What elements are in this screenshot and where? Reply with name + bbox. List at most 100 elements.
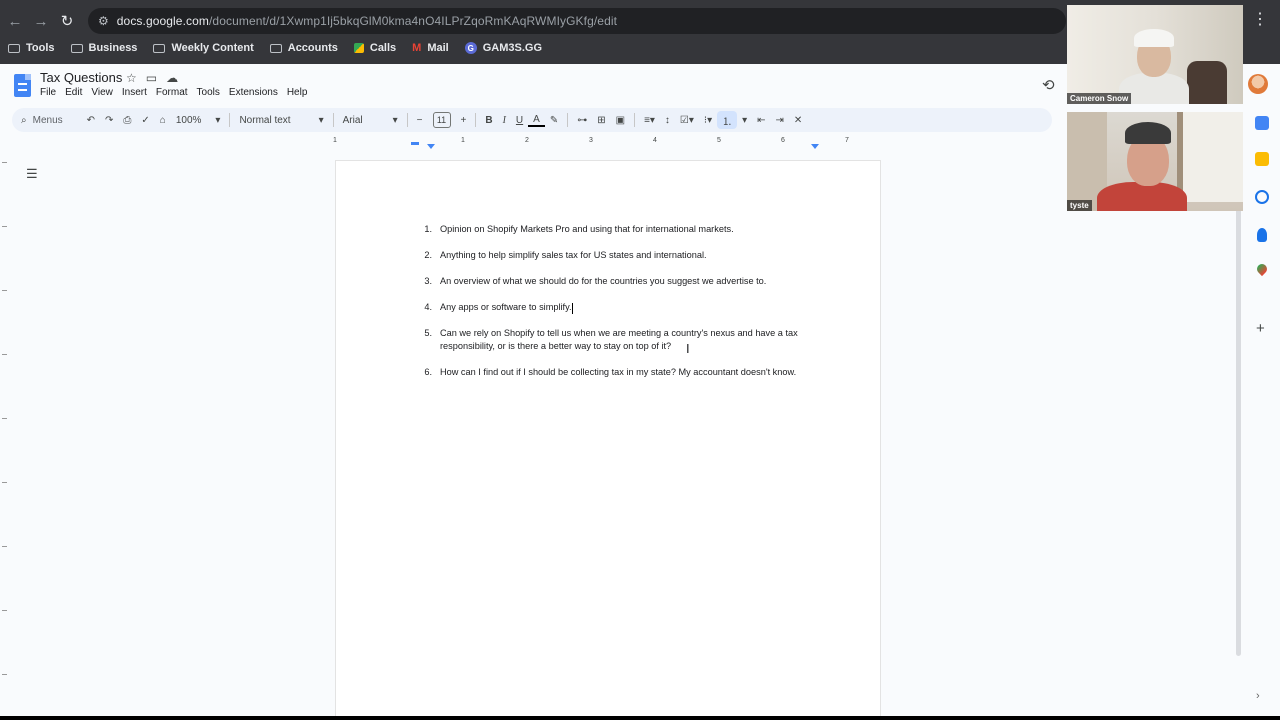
video-tile-tyste[interactable]: tyste [1067, 112, 1243, 211]
right-indent-marker[interactable] [811, 144, 819, 149]
menu-edit[interactable]: Edit [65, 87, 82, 98]
line-spacing-icon[interactable]: ↕ [660, 108, 675, 132]
print-icon[interactable]: ⎙ [118, 108, 136, 132]
divider [634, 113, 636, 127]
first-line-indent-marker[interactable] [411, 142, 419, 145]
increase-font-icon[interactable]: + [456, 108, 472, 132]
text-color-button[interactable]: A [528, 113, 545, 127]
version-history-icon[interactable]: ⟲ [1042, 76, 1055, 94]
font-size-field[interactable]: 11 [428, 108, 456, 132]
keep-icon[interactable] [1255, 152, 1269, 166]
folder-icon [70, 43, 83, 53]
participant-name: tyste [1067, 200, 1092, 211]
spellcheck-icon[interactable]: ✓ [136, 108, 154, 132]
move-folder-icon[interactable]: ▭ [146, 71, 157, 85]
cloud-status-icon[interactable]: ☁ [166, 71, 178, 85]
bookmark-mail[interactable]: M Mail [412, 42, 449, 54]
style-select[interactable]: Normal text ▾ [234, 108, 328, 132]
list-item[interactable]: 5. Can we rely on Shopify to tell us when… [416, 327, 826, 353]
bulleted-list-icon[interactable]: ⁝▾ [699, 108, 717, 132]
menu-tools[interactable]: Tools [197, 87, 220, 98]
back-arrow-icon[interactable]: ← [2, 8, 28, 34]
scrollbar[interactable] [1236, 206, 1241, 656]
increase-indent-icon[interactable]: ⇥ [771, 108, 789, 132]
document-page[interactable]: 1. Opinion on Shopify Markets Pro and usi… [336, 161, 880, 720]
folder-icon [269, 43, 282, 53]
bookmarks-bar: Tools Business Weekly Content Accounts C… [8, 38, 542, 58]
docs-logo-icon[interactable] [14, 74, 31, 97]
bookmark-business[interactable]: Business [70, 42, 137, 54]
doc-title[interactable]: Tax Questions [40, 70, 122, 85]
list-item[interactable]: 6. How can I find out if I should be coll… [416, 366, 826, 379]
highlight-icon[interactable]: ✎ [545, 108, 563, 132]
chevron-right-icon[interactable]: › [1256, 690, 1260, 702]
gam3s-icon: G [464, 42, 477, 54]
video-tile-cameron[interactable]: Cameron Snow [1067, 5, 1243, 104]
menu-insert[interactable]: Insert [122, 87, 147, 98]
underline-button[interactable]: U [511, 108, 528, 132]
divider [229, 113, 231, 127]
bookmark-gam3s[interactable]: G GAM3S.GG [464, 42, 542, 54]
paint-format-icon[interactable]: ⌂ [155, 108, 171, 132]
search-menus[interactable]: ⌕ Menus [12, 108, 82, 132]
folder-icon [8, 43, 20, 53]
address-bar[interactable]: ⚙ docs.google.com/document/d/1Xwmp1Ij5bk… [88, 8, 1066, 34]
list-item[interactable]: 2. Anything to help simplify sales tax fo… [416, 249, 826, 262]
calls-icon [353, 43, 364, 53]
bookmark-weekly-content[interactable]: Weekly Content [153, 42, 254, 54]
bookmark-calls[interactable]: Calls [353, 42, 396, 54]
bookmark-tools[interactable]: Tools [8, 42, 55, 54]
menu-bar: File Edit View Insert Format Tools Exten… [40, 87, 307, 98]
align-icon[interactable]: ≡▾ [639, 108, 660, 132]
calendar-icon[interactable] [1255, 116, 1269, 130]
site-info-icon[interactable]: ⚙ [98, 14, 109, 28]
reload-icon[interactable]: ↻ [54, 8, 80, 34]
italic-button[interactable]: I [498, 108, 511, 132]
search-icon: ⌕ [21, 114, 27, 126]
undo-icon[interactable]: ↶ [82, 108, 100, 132]
ibeam-cursor-icon: I [686, 341, 690, 356]
menu-file[interactable]: File [40, 87, 56, 98]
folder-icon [153, 43, 166, 53]
browser-menu-icon[interactable]: ⋮ [1252, 12, 1268, 28]
forward-arrow-icon[interactable]: → [28, 8, 54, 34]
chevron-down-icon: ▾ [392, 114, 398, 126]
list-item[interactable]: 1. Opinion on Shopify Markets Pro and usi… [416, 223, 826, 236]
maps-icon[interactable] [1254, 261, 1270, 277]
side-panel: + [1244, 64, 1280, 716]
bold-button[interactable]: B [480, 108, 497, 132]
title-icons: ☆ ▭ ☁ [126, 71, 178, 85]
decrease-indent-icon[interactable]: ⇤ [752, 108, 770, 132]
chevron-down-icon: ▾ [215, 114, 221, 126]
link-icon[interactable]: ⊶ [572, 108, 592, 132]
menu-format[interactable]: Format [156, 87, 188, 98]
menu-extensions[interactable]: Extensions [229, 87, 278, 98]
comment-icon[interactable]: ⊞ [592, 108, 610, 132]
checklist-icon[interactable]: ☑▾ [675, 108, 699, 132]
tasks-icon[interactable] [1255, 190, 1269, 204]
clear-formatting-icon[interactable]: ✕ [789, 108, 807, 132]
numbered-list-icon[interactable]: ⒈ [717, 111, 738, 129]
image-icon[interactable]: ▣ [611, 108, 630, 132]
participant-name: Cameron Snow [1067, 93, 1132, 104]
menu-help[interactable]: Help [287, 87, 308, 98]
avatar[interactable] [1248, 74, 1268, 94]
redo-icon[interactable]: ↷ [100, 108, 118, 132]
star-icon[interactable]: ☆ [126, 71, 137, 85]
font-select[interactable]: Arial ▾ [338, 108, 403, 132]
bookmark-accounts[interactable]: Accounts [269, 42, 338, 54]
divider [567, 113, 569, 127]
decrease-font-icon[interactable]: − [412, 108, 428, 132]
chevron-down-icon[interactable]: ▾ [737, 108, 752, 132]
add-addon-icon[interactable]: + [1256, 320, 1265, 337]
zoom-select[interactable]: 100% ▾ [171, 108, 226, 132]
divider [406, 113, 408, 127]
numbered-list: 1. Opinion on Shopify Markets Pro and usi… [416, 223, 826, 392]
list-item[interactable]: 3. An overview of what we should do for t… [416, 275, 826, 288]
vertical-ruler [0, 154, 10, 716]
document-outline-icon[interactable]: ☰ [26, 166, 38, 182]
left-indent-marker[interactable] [427, 144, 435, 149]
menu-view[interactable]: View [91, 87, 113, 98]
list-item[interactable]: 4. Any apps or software to simplify. [416, 301, 826, 314]
contacts-icon[interactable] [1257, 228, 1267, 242]
